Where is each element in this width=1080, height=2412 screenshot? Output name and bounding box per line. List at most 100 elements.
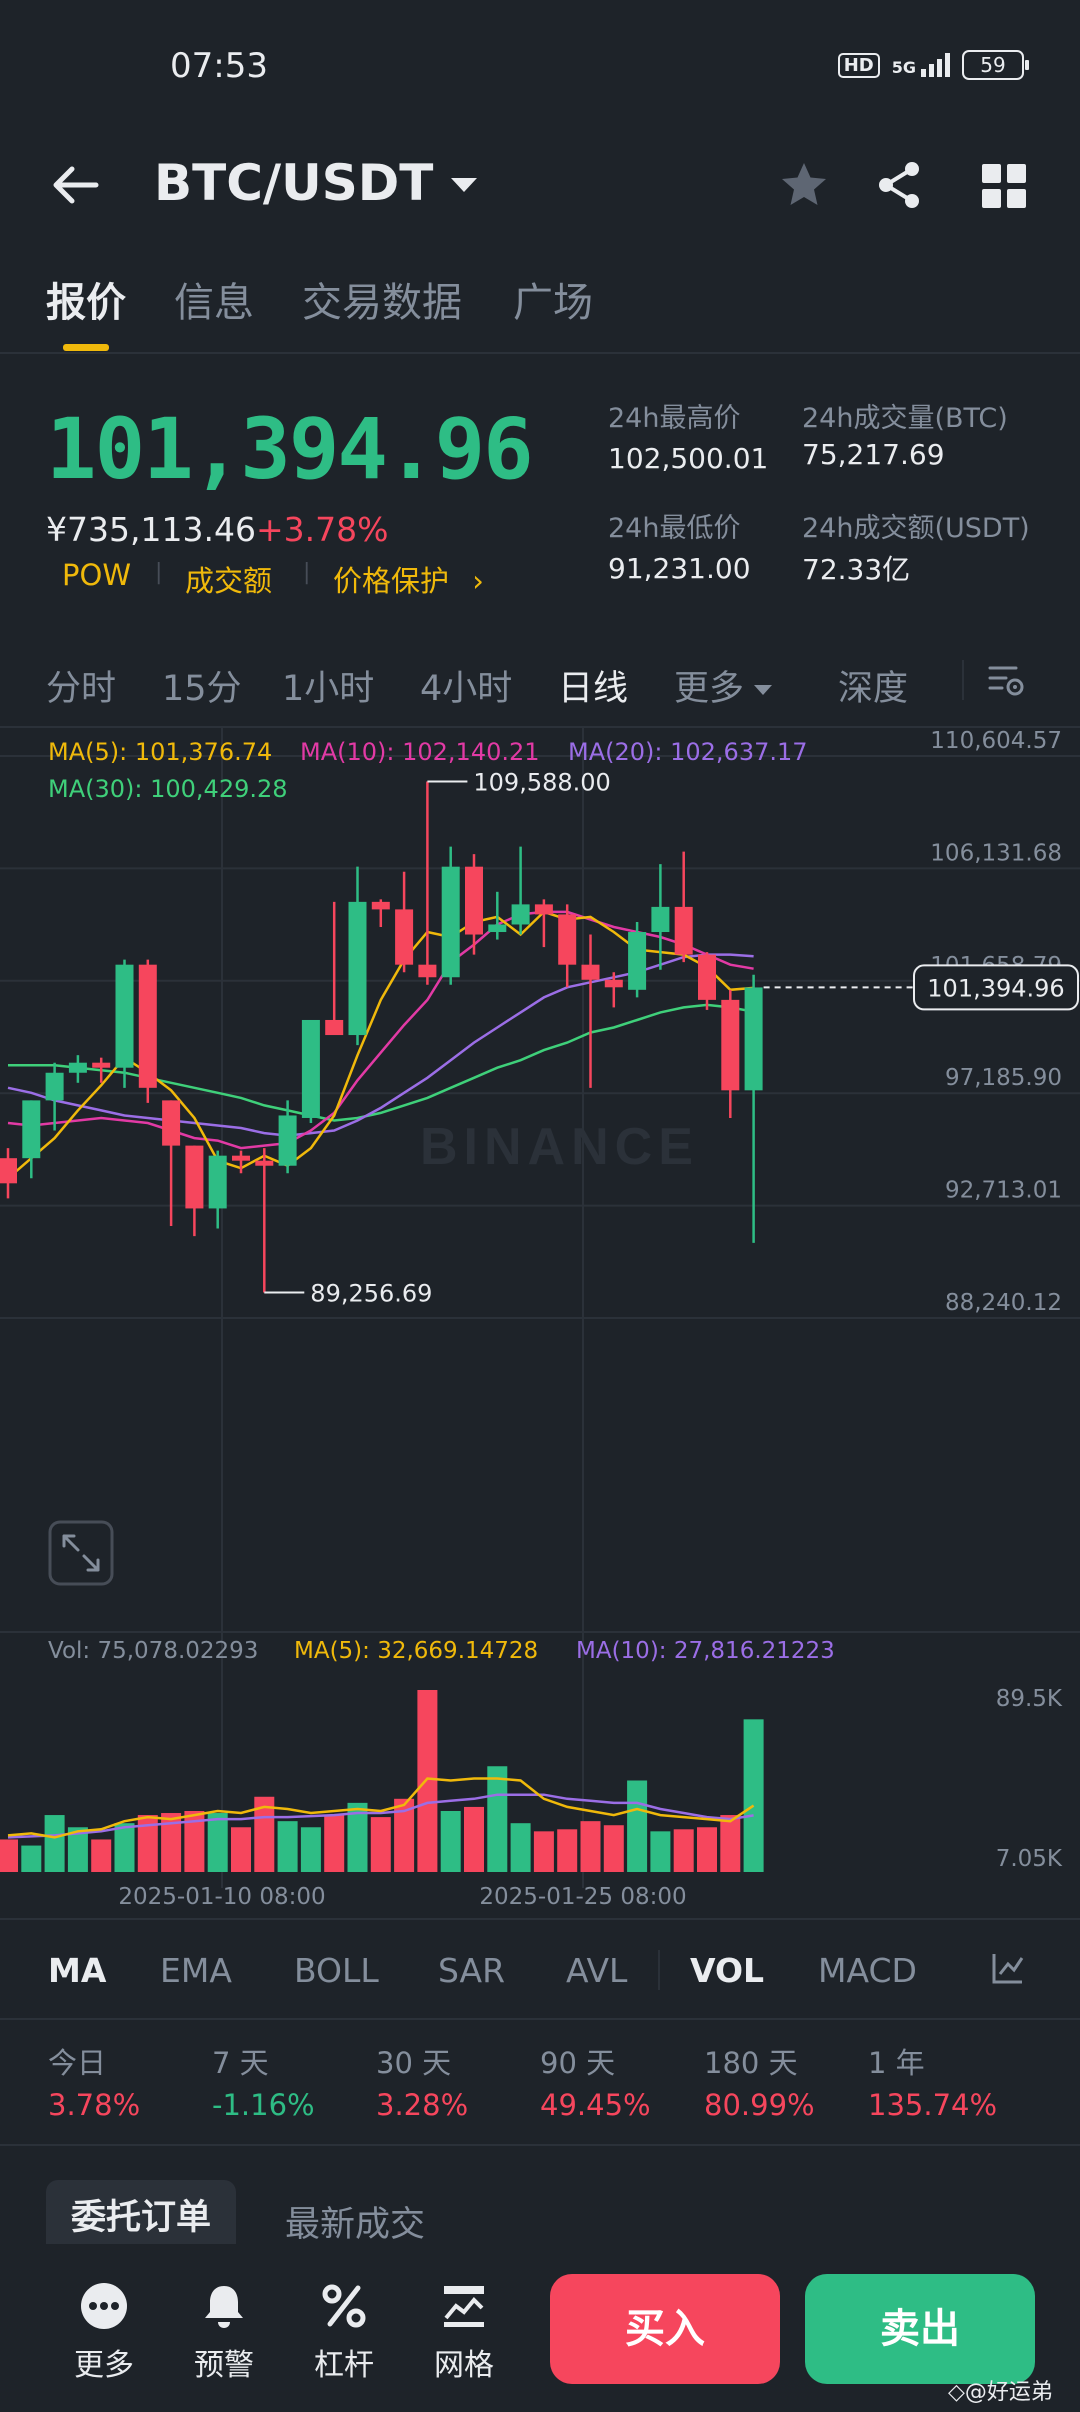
volume-bars bbox=[0, 1690, 764, 1872]
y-axis-label: 92,713.01 bbox=[945, 1178, 1062, 1204]
candle-body bbox=[511, 904, 530, 925]
candle-body bbox=[208, 1155, 227, 1209]
tab-trading-data[interactable]: 交易数据 bbox=[302, 270, 462, 328]
chart-settings-icon bbox=[988, 666, 1024, 696]
indicator-ema[interactable]: EMA bbox=[160, 1951, 232, 1990]
interval-4h[interactable]: 4小时 bbox=[420, 660, 512, 711]
candle-body bbox=[348, 901, 367, 1036]
volume-bar bbox=[231, 1827, 251, 1872]
perf-label: 180 天 bbox=[704, 2046, 798, 2080]
indicator-settings-button[interactable] bbox=[990, 1950, 1026, 1990]
candle-body bbox=[395, 909, 414, 965]
volume-bar bbox=[557, 1829, 578, 1872]
grid-trading-button[interactable]: 网格 bbox=[414, 2280, 514, 2384]
volume-bar bbox=[300, 1827, 321, 1872]
perf-label: 7 天 bbox=[212, 2046, 269, 2080]
alert-button[interactable]: 预警 bbox=[174, 2280, 274, 2384]
percent-icon bbox=[322, 2284, 366, 2328]
interval-more-label: 更多 bbox=[674, 669, 745, 709]
x-axis-label: 2025-01-25 08:00 bbox=[479, 1884, 686, 1910]
y-axis-label: 97,185.90 bbox=[945, 1065, 1062, 1091]
candle-body bbox=[581, 964, 600, 980]
tab-info[interactable]: 信息 bbox=[174, 270, 254, 328]
divider bbox=[962, 660, 964, 700]
volume-bar bbox=[580, 1821, 601, 1872]
tab-quote[interactable]: 报价 bbox=[46, 270, 126, 328]
pair-name: BTC/USDT bbox=[154, 154, 434, 212]
share-button[interactable] bbox=[872, 157, 928, 213]
candle-body bbox=[138, 964, 157, 1088]
pair-selector[interactable]: BTC/USDT bbox=[154, 154, 478, 212]
indicator-vol[interactable]: VOL bbox=[690, 1951, 764, 1990]
tag-pow[interactable]: POW bbox=[62, 558, 131, 592]
chevron-right-icon: › bbox=[472, 564, 484, 598]
candle-body bbox=[185, 1145, 204, 1209]
favorite-button[interactable] bbox=[776, 157, 832, 213]
divider bbox=[0, 352, 1080, 354]
candle-body bbox=[68, 1062, 87, 1073]
sell-button[interactable]: 卖出 bbox=[805, 2274, 1035, 2384]
y-axis-label: 106,131.68 bbox=[930, 840, 1062, 866]
indicator-avl[interactable]: AVL bbox=[566, 1951, 627, 1990]
more-button[interactable]: 更多 bbox=[54, 2280, 154, 2384]
candle-body bbox=[115, 964, 134, 1068]
high-marker-label: 109,588.00 bbox=[473, 769, 610, 797]
volume-bar bbox=[114, 1823, 135, 1872]
leverage-label: 杠杆 bbox=[314, 2348, 374, 2383]
price-axis: 110,604.57106,131.68101,658.7997,185.909… bbox=[930, 728, 1062, 1316]
candle-body bbox=[325, 1019, 344, 1036]
ma5-legend: MA(5): 101,376.74 bbox=[48, 738, 272, 766]
candle-body bbox=[744, 987, 763, 1091]
grid-trading-icon bbox=[444, 2286, 484, 2327]
kline-chart[interactable]: BINANCE 110,604.57106,131.68101,658.7997… bbox=[0, 728, 1080, 1920]
ma30-legend: MA(30): 100,429.28 bbox=[48, 775, 288, 803]
buy-button[interactable]: 买入 bbox=[550, 2274, 780, 2384]
depth-tab[interactable]: 深度 bbox=[838, 660, 908, 711]
tag-separator: | bbox=[303, 560, 311, 585]
ma20-legend: MA(20): 102,637.17 bbox=[568, 738, 808, 766]
candle-body bbox=[604, 979, 623, 988]
volume-bar bbox=[510, 1823, 531, 1872]
vol-axis-min: 7.05K bbox=[996, 1846, 1063, 1872]
volume-bar bbox=[370, 1817, 391, 1872]
interval-1h[interactable]: 1小时 bbox=[282, 660, 374, 711]
interval-1d[interactable]: 日线 bbox=[558, 660, 628, 711]
tab-recent-trades[interactable]: 最新成交 bbox=[285, 2196, 425, 2247]
candle-body bbox=[371, 901, 390, 910]
indicator-boll[interactable]: BOLL bbox=[294, 1951, 379, 1990]
tab-square[interactable]: 广场 bbox=[513, 270, 593, 328]
chart-settings-button[interactable] bbox=[986, 660, 1026, 700]
layout-button[interactable] bbox=[978, 160, 1030, 212]
back-button[interactable] bbox=[46, 155, 106, 215]
indicator-sar[interactable]: SAR bbox=[438, 1951, 505, 1990]
interval-time-sharing[interactable]: 分时 bbox=[46, 660, 116, 711]
perf-value: -1.16% bbox=[212, 2088, 315, 2122]
volume-bar bbox=[533, 1831, 554, 1872]
interval-more[interactable]: 更多 bbox=[674, 660, 773, 711]
tag-price-protection[interactable]: 价格保护 › bbox=[333, 558, 484, 600]
volume-bar bbox=[743, 1719, 764, 1872]
perf-value: 3.78% bbox=[48, 2088, 141, 2122]
vol-legend: Vol: 75,078.02293 bbox=[48, 1638, 258, 1664]
candle-body bbox=[418, 964, 437, 978]
volume-bar bbox=[21, 1845, 42, 1872]
star-icon bbox=[782, 163, 826, 205]
network-icon: 5G bbox=[892, 53, 950, 77]
fullscreen-button[interactable] bbox=[48, 1520, 114, 1586]
indicator-macd[interactable]: MACD bbox=[818, 1951, 917, 1990]
y-axis-label: 110,604.57 bbox=[930, 728, 1062, 754]
interval-15m[interactable]: 15分 bbox=[162, 660, 242, 711]
candle-body bbox=[698, 954, 716, 1000]
tag-turnover[interactable]: 成交额 bbox=[185, 558, 272, 600]
vol-btc-value: 75,217.69 bbox=[802, 438, 945, 471]
indicator-ma[interactable]: MA bbox=[48, 1951, 106, 1990]
leverage-button[interactable]: 杠杆 bbox=[294, 2280, 394, 2384]
grid-trading-label: 网格 bbox=[434, 2348, 494, 2383]
low-value: 91,231.00 bbox=[608, 552, 751, 585]
candle-body bbox=[22, 1100, 41, 1159]
x-axis-label: 2025-01-10 08:00 bbox=[118, 1884, 325, 1910]
expand-icon bbox=[62, 1534, 100, 1572]
candle-body bbox=[628, 932, 647, 990]
candle-body bbox=[92, 1062, 111, 1068]
arrow-left-icon bbox=[53, 166, 99, 204]
